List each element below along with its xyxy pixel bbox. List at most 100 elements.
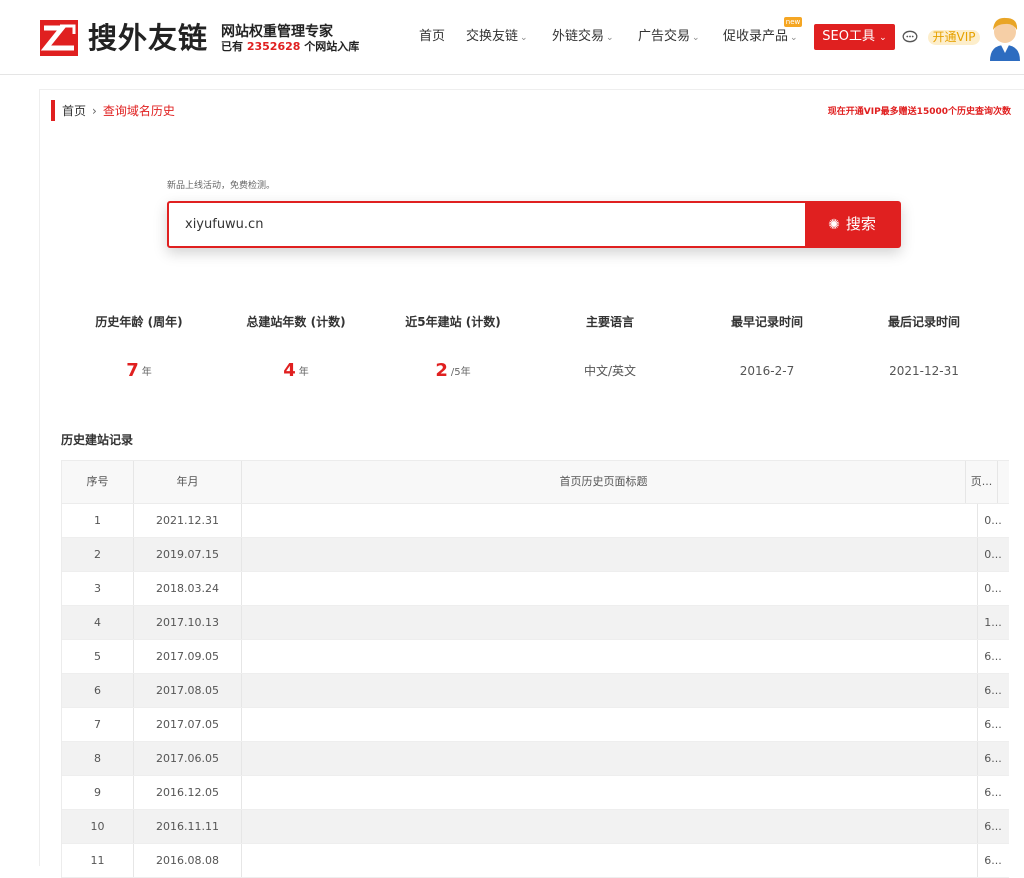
column-header-title: 首页历史页面标题: [242, 461, 966, 503]
breadcrumb: 首页 › 查询域名历史: [62, 103, 175, 119]
brand-name[interactable]: 搜外友链: [88, 18, 208, 58]
logo-icon[interactable]: [40, 20, 78, 56]
row-month: 2018.03.24: [134, 572, 242, 605]
stat-label: 总建站年数 (计数): [246, 315, 346, 329]
row-index: 7: [62, 708, 134, 741]
row-page: 6...: [984, 752, 1002, 765]
brand-slogan: 网站权重管理专家: [221, 24, 333, 40]
table-row[interactable]: 4 2017.10.13 1...: [62, 606, 1009, 640]
table-row[interactable]: 5 2017.09.05 6...: [62, 640, 1009, 674]
stat-value: 中文/英文: [530, 358, 690, 384]
nav-exchange-links-label: 交换友链: [466, 29, 519, 44]
stat-value: 2021-12-31: [844, 358, 1004, 384]
main-content: 首页 › 查询域名历史 现在开通VIP最多赠送15000个历史查询次数 新品上线活动…: [39, 89, 1024, 878]
history-section-title: 历史建站记录: [61, 433, 134, 447]
row-index: 6: [62, 674, 134, 707]
row-month: 2016.11.11: [134, 810, 242, 843]
table-row[interactable]: 10 2016.11.11 6...: [62, 810, 1009, 844]
stat-label: 近5年建站 (计数): [405, 315, 501, 329]
site-count: 已有 2352628 个网站入库: [221, 40, 359, 54]
nav-indexing-products[interactable]: 促收录产品 ⌄: [723, 26, 798, 48]
table-row[interactable]: 1 2021.12.31 0...: [62, 504, 1009, 538]
table-row[interactable]: 11 2016.08.08 6...: [62, 844, 1009, 878]
stat-label: 主要语言: [585, 315, 634, 329]
row-month: 2017.08.05: [134, 674, 242, 707]
row-title: [242, 572, 978, 605]
row-title: [242, 538, 978, 571]
table-row[interactable]: 7 2017.07.05 6...: [62, 708, 1009, 742]
stat-unit: /5年: [450, 367, 471, 378]
row-page: 0...: [984, 548, 1002, 561]
table-row[interactable]: 3 2018.03.24 0...: [62, 572, 1009, 606]
table-header: 序号 年月 首页历史页面标题 页...: [62, 461, 1009, 504]
seo-tools-button[interactable]: SEO工具 ⌄: [814, 24, 895, 50]
search-button[interactable]: ✺ 搜索: [805, 203, 899, 246]
row-page: 6...: [984, 718, 1002, 731]
row-index: 1: [62, 504, 134, 537]
stat-number: 2016-2-7: [739, 364, 795, 378]
new-badge: new: [784, 17, 802, 27]
chevron-down-icon: ⌄: [790, 33, 798, 43]
chevron-right-icon: ›: [92, 104, 97, 118]
row-title: [242, 504, 978, 537]
breadcrumb-current: 查询域名历史: [102, 104, 175, 118]
site-count-prefix: 已有: [221, 40, 243, 53]
nav-backlink-trade[interactable]: 外链交易 ⌄: [552, 26, 614, 48]
row-month: 2017.06.05: [134, 742, 242, 775]
row-title: [242, 776, 978, 809]
row-page: 0...: [984, 582, 1002, 595]
chevron-down-icon: ⌄: [692, 33, 700, 43]
row-month: 2021.12.31: [134, 504, 242, 537]
row-index: 5: [62, 640, 134, 673]
column-header-month: 年月: [134, 461, 242, 503]
search-box: ✺ 搜索: [167, 201, 901, 248]
stat-unit: 年: [298, 367, 309, 378]
table-row[interactable]: 2 2019.07.15 0...: [62, 538, 1009, 572]
nav-indexing-products-label: 促收录产品: [723, 29, 789, 44]
nav-home[interactable]: 首页: [419, 26, 445, 48]
row-page: 1...: [984, 616, 1002, 629]
row-page: 6...: [984, 820, 1002, 833]
stat-number: 2: [435, 360, 448, 381]
row-month: 2016.08.08: [134, 844, 242, 877]
seo-tools-label: SEO工具: [822, 29, 875, 44]
row-page: 6...: [984, 650, 1002, 663]
search-button-label: 搜索: [845, 215, 876, 233]
column-header-page: 页...: [966, 461, 998, 503]
row-month: 2017.09.05: [134, 640, 242, 673]
stat-number: 中文/英文: [583, 364, 637, 378]
nav-ad-trade[interactable]: 广告交易 ⌄: [638, 26, 700, 48]
stat-value: 2/5年: [373, 358, 533, 386]
stat-value: 4年: [216, 358, 376, 386]
row-month: 2017.10.13: [134, 606, 242, 639]
table-row[interactable]: 6 2017.08.05 6...: [62, 674, 1009, 708]
chat-icon[interactable]: [902, 30, 918, 44]
row-index: 4: [62, 606, 134, 639]
vip-promo-link[interactable]: 现在开通VIP最多赠送15000个历史查询次数: [828, 106, 1011, 118]
row-title: [242, 708, 978, 741]
row-title: [242, 674, 978, 707]
stat-number: 2021-12-31: [889, 364, 959, 378]
row-index: 2: [62, 538, 134, 571]
row-title: [242, 606, 978, 639]
table-row[interactable]: 9 2016.12.05 6...: [62, 776, 1009, 810]
site-count-number: 2352628: [246, 40, 301, 53]
stat-label: 最早记录时间: [730, 315, 803, 329]
row-title: [242, 640, 978, 673]
row-title: [242, 844, 978, 877]
table-row[interactable]: 8 2017.06.05 6...: [62, 742, 1009, 776]
stat-value: 7年: [59, 358, 219, 386]
domain-search-input[interactable]: [169, 203, 807, 246]
nav-exchange-links[interactable]: 交换友链 ⌄: [466, 26, 528, 48]
open-vip-button[interactable]: 开通VIP: [928, 30, 980, 45]
breadcrumb-home[interactable]: 首页: [62, 104, 86, 118]
chevron-down-icon: ⌄: [606, 33, 614, 43]
avatar[interactable]: [986, 13, 1024, 61]
row-index: 11: [62, 844, 134, 877]
column-header-index: 序号: [62, 461, 134, 503]
chevron-down-icon: ⌄: [879, 33, 887, 43]
breadcrumb-accent: [51, 100, 55, 121]
row-page: 6...: [984, 684, 1002, 697]
row-month: 2019.07.15: [134, 538, 242, 571]
stat-number: 7: [126, 360, 139, 381]
